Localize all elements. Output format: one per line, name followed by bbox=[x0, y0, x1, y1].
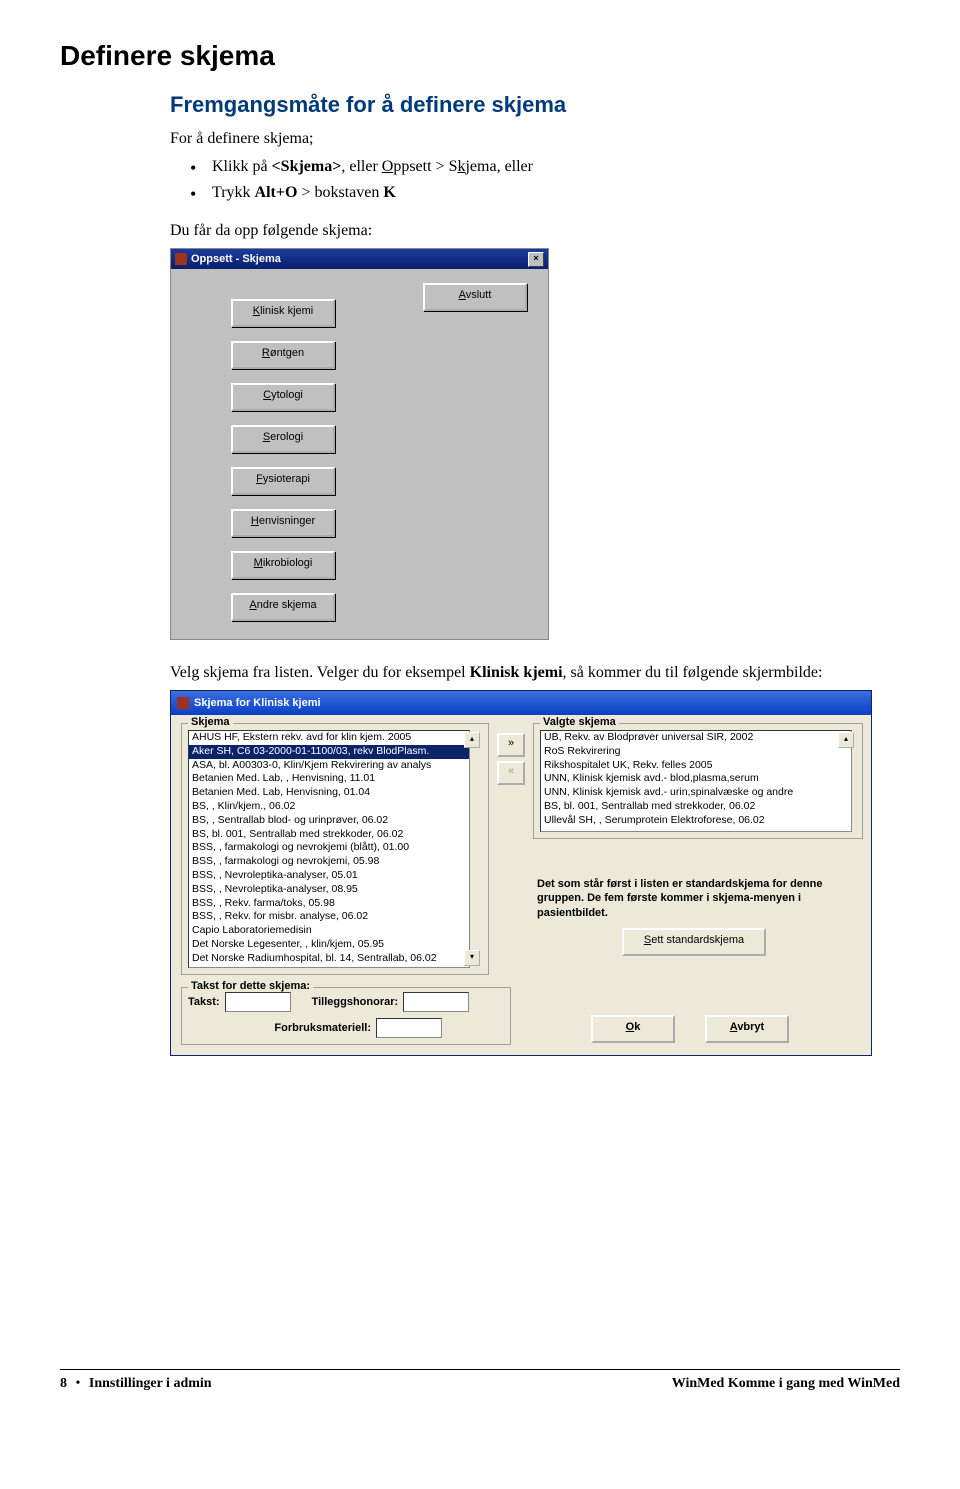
page-title: Definere skjema bbox=[60, 40, 900, 72]
klinisk-kjemi-button[interactable]: Klinisk kjemi bbox=[231, 299, 335, 327]
list-item[interactable]: BS, , Sentrallab blod- og urinprøver, 06… bbox=[189, 814, 469, 828]
page-footer: 8 • Innstillinger i admin WinMed Komme i… bbox=[60, 1369, 900, 1392]
bullet1-tail: , eller bbox=[497, 158, 533, 175]
scroll-down-icon[interactable]: ▾ bbox=[464, 950, 480, 966]
bullet2-mid: > bokstaven bbox=[297, 184, 383, 201]
scroll-up-icon[interactable]: ▴ bbox=[464, 732, 480, 748]
bullet2-bold1: Alt+O bbox=[255, 184, 298, 201]
takst-label: Takst: bbox=[188, 996, 220, 1008]
bullet-1: Klikk på <Skjema>, eller Oppsett > Skjem… bbox=[190, 154, 900, 180]
scroll-up-icon[interactable]: ▴ bbox=[838, 732, 854, 748]
avbryt-button[interactable]: Avbryt bbox=[705, 1015, 789, 1043]
app-icon bbox=[177, 697, 189, 709]
list-item[interactable]: RoS Rekvirering bbox=[541, 745, 851, 759]
list-item[interactable]: UNN, Klinisk kjemisk avd.- blod,plasma,s… bbox=[541, 772, 851, 786]
avslutt-button[interactable]: Avslutt bbox=[423, 283, 527, 311]
set-standard-button[interactable]: Sett standardskjema bbox=[622, 928, 766, 956]
forbruk-input[interactable] bbox=[376, 1018, 442, 1038]
lead-dialog2: Velg skjema fra listen. Velger du for ek… bbox=[170, 664, 900, 682]
dialog2-title: Skjema for Klinisk kjemi bbox=[194, 697, 321, 709]
bullet1-bold: <Skjema> bbox=[272, 158, 342, 175]
list-item[interactable]: BS, bl. 001, Sentrallab med strekkoder, … bbox=[541, 800, 851, 814]
list-item[interactable]: BSS, , farmakologi og nevrokjemi, 05.98 bbox=[189, 855, 469, 869]
dialog1-title: Oppsett - Skjema bbox=[191, 253, 281, 265]
list-item[interactable]: UNN, Klinisk kjemisk avd.- urin,spinalvæ… bbox=[541, 786, 851, 800]
close-icon[interactable]: × bbox=[528, 252, 544, 267]
list-item[interactable]: BSS, , farmakologi og nevrokjemi (blått)… bbox=[189, 841, 469, 855]
list-item[interactable]: Diakonhjemmets SH, bl. 002-2, Klin/Kjem … bbox=[189, 966, 469, 968]
takst-fieldset: Takst for dette skjema: Takst: Tilleggsh… bbox=[181, 987, 511, 1045]
ok-button[interactable]: Ok bbox=[591, 1015, 675, 1043]
list-item[interactable]: Betanien Med. Lab, , Henvisning, 11.01 bbox=[189, 772, 469, 786]
henvisninger-button[interactable]: Henvisninger bbox=[231, 509, 335, 537]
forbruk-label: Forbruksmateriell: bbox=[274, 1022, 371, 1034]
list-item[interactable]: Det Norske Legesenter, , klin/kjem, 05.9… bbox=[189, 938, 469, 952]
rontgen-button[interactable]: Røntgen bbox=[231, 341, 335, 369]
dialog2-titlebar[interactable]: Skjema for Klinisk kjemi bbox=[171, 691, 871, 715]
bullet1-mid: , eller bbox=[341, 158, 381, 175]
list-item[interactable]: BSS, , Rekv. for misbr. analyse, 06.02 bbox=[189, 910, 469, 924]
list-item[interactable]: Det Norske Radiumhospital, bl. 14, Sentr… bbox=[189, 952, 469, 966]
move-left-button[interactable]: « bbox=[497, 761, 525, 785]
skjema-legend: Skjema bbox=[188, 716, 233, 728]
transfer-buttons: » « bbox=[497, 733, 525, 975]
list-item[interactable]: BS, bl. 001, Sentrallab med strekkoder, … bbox=[189, 828, 469, 842]
valgte-listbox[interactable]: UB, Rekv. av Blodprøver universal SIR, 2… bbox=[540, 730, 852, 832]
takst-input[interactable] bbox=[225, 992, 291, 1012]
list-item[interactable]: BS, , Klin/kjem., 06.02 bbox=[189, 800, 469, 814]
skjema-listbox[interactable]: AHUS HF, Ekstern rekv. avd for klin kjem… bbox=[188, 730, 470, 968]
list-item[interactable]: BSS, , Rekv. farma/toks, 05.98 bbox=[189, 897, 469, 911]
bullet-2: Trykk Alt+O > bokstaven K bbox=[190, 180, 900, 206]
andre-skjema-button[interactable]: Andre skjema bbox=[231, 593, 335, 621]
tillegg-label: Tilleggshonorar: bbox=[312, 996, 399, 1008]
takst-legend: Takst for dette skjema: bbox=[188, 980, 313, 992]
list-item[interactable]: UB, Rekv. av Blodprøver universal SIR, 2… bbox=[541, 731, 851, 745]
mikrobiologi-button[interactable]: Mikrobiologi bbox=[231, 551, 335, 579]
bullet1-u1rest: ppsett > S bbox=[393, 158, 457, 175]
list-item[interactable]: Rikshospitalet UK, Rekv. felles 2005 bbox=[541, 759, 851, 773]
page-number: 8 bbox=[60, 1376, 67, 1391]
list-item[interactable]: BSS, , Nevroleptika-analyser, 05.01 bbox=[189, 869, 469, 883]
lead2-post: , så kommer du til følgende skjermbilde: bbox=[563, 664, 823, 681]
tillegg-input[interactable] bbox=[403, 992, 469, 1012]
bullet1-u2rest: jema bbox=[465, 158, 496, 175]
bullet2-pre: Trykk bbox=[212, 184, 255, 201]
list-item[interactable]: Ullevål SH, , Serumprotein Elektroforese… bbox=[541, 814, 851, 828]
cytologi-button[interactable]: Cytologi bbox=[231, 383, 335, 411]
serologi-button[interactable]: Serologi bbox=[231, 425, 335, 453]
valgte-fieldset: Valgte skjema UB, Rekv. av Blodprøver un… bbox=[533, 723, 863, 839]
dialog-oppsett-skjema: Oppsett - Skjema × Klinisk kjemi Røntgen… bbox=[170, 248, 549, 640]
bullet1-pre: Klikk på bbox=[212, 158, 272, 175]
lead2-pre: Velg skjema fra listen. Velger du for ek… bbox=[170, 664, 470, 681]
footer-right: WinMed Komme i gang med WinMed bbox=[672, 1376, 900, 1391]
fysioterapi-button[interactable]: Fysioterapi bbox=[231, 467, 335, 495]
bullet2-bold2: K bbox=[383, 184, 395, 201]
section-subtitle: Fremgangsmåte for å definere skjema bbox=[170, 92, 900, 118]
dialog1-titlebar[interactable]: Oppsett - Skjema × bbox=[171, 249, 548, 269]
valgte-legend: Valgte skjema bbox=[540, 716, 619, 728]
list-item[interactable]: Aker SH, C6 03-2000-01-1100/03, rekv Blo… bbox=[189, 745, 469, 759]
list-item[interactable]: BSS, , Nevroleptika-analyser, 08.95 bbox=[189, 883, 469, 897]
move-right-button[interactable]: » bbox=[497, 733, 525, 757]
footer-left: Innstillinger i admin bbox=[89, 1376, 212, 1391]
lead2-bold: Klinisk kjemi bbox=[470, 664, 563, 681]
app-icon bbox=[175, 253, 187, 265]
dialog-skjema-klinisk-kjemi: Skjema for Klinisk kjemi Skjema AHUS HF,… bbox=[170, 690, 872, 1056]
hint-text: Det som står først i listen er standards… bbox=[537, 877, 851, 920]
intro-text: For å definere skjema; bbox=[170, 130, 900, 148]
list-item[interactable]: Capio Laboratoriemedisin bbox=[189, 924, 469, 938]
bullet1-u1: O bbox=[382, 158, 394, 175]
list-item[interactable]: ASA, bl. A00303-0, Klin/Kjem Rekvirering… bbox=[189, 759, 469, 773]
list-item[interactable]: AHUS HF, Ekstern rekv. avd for klin kjem… bbox=[189, 731, 469, 745]
skjema-fieldset: Skjema AHUS HF, Ekstern rekv. avd for kl… bbox=[181, 723, 489, 975]
lead-dialog1: Du får da opp følgende skjema: bbox=[170, 222, 900, 240]
list-item[interactable]: Betanien Med. Lab, Henvisning, 01.04 bbox=[189, 786, 469, 800]
